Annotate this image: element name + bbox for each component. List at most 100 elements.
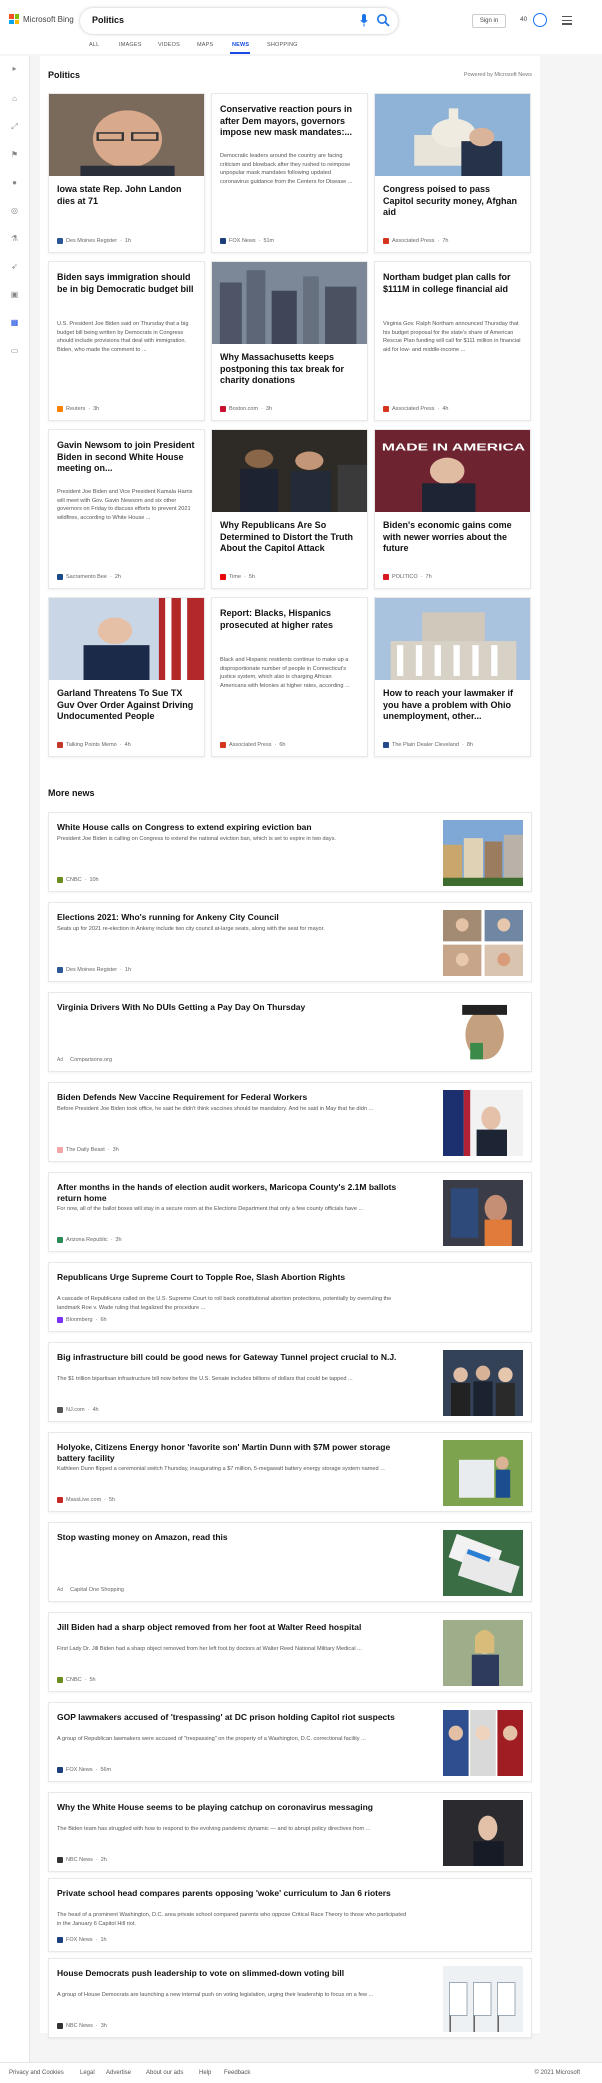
news-card-title[interactable]: Gavin Newsom to join President Biden in … <box>57 440 196 475</box>
source-name[interactable]: FOX News <box>66 1937 93 1943</box>
news-list-item[interactable]: Elections 2021: Who's running for Ankeny… <box>48 902 532 982</box>
news-item-thumbnail[interactable] <box>443 1000 523 1066</box>
news-card-title[interactable]: Biden says immigration should be in big … <box>57 272 196 295</box>
source-name[interactable]: Associated Press <box>392 238 435 244</box>
source-name[interactable]: Arizona Republic <box>66 1237 108 1243</box>
wallet-icon[interactable]: ▭ <box>10 346 19 355</box>
news-card[interactable]: Garland Threatens To Sue TX Guv Over Ord… <box>48 597 205 757</box>
news-list-item[interactable]: White House calls on Congress to extend … <box>48 812 532 892</box>
tab-news[interactable]: NEWS <box>232 42 249 48</box>
footer-link-legal[interactable]: Legal <box>80 2070 95 2076</box>
news-item-title[interactable]: Holyoke, Citizens Energy honor 'favorite… <box>57 1442 409 1464</box>
tab-maps[interactable]: MAPS <box>197 42 213 48</box>
film-icon[interactable]: ▣ <box>10 290 19 299</box>
tab-all[interactable]: ALL <box>89 42 99 48</box>
grid-icon[interactable]: ⤢ <box>10 122 19 131</box>
news-item-title[interactable]: Stop wasting money on Amazon, read this <box>57 1532 409 1543</box>
footer-link-about-ads[interactable]: About our ads <box>146 2070 183 2076</box>
news-item-thumbnail[interactable] <box>443 1530 523 1596</box>
news-item-thumbnail[interactable] <box>443 1440 523 1506</box>
news-card-image[interactable] <box>49 598 204 680</box>
news-card-image[interactable] <box>212 262 367 344</box>
source-name[interactable]: The Daily Beast <box>66 1147 105 1153</box>
news-item-thumbnail[interactable] <box>443 1966 523 2032</box>
source-name[interactable]: NJ.com <box>66 1407 85 1413</box>
source-name[interactable]: CNBC <box>66 877 82 883</box>
news-item-title[interactable]: White House calls on Congress to extend … <box>57 822 409 833</box>
news-card[interactable]: Conservative reaction pours in after Dem… <box>211 93 368 253</box>
news-item-title[interactable]: After months in the hands of election au… <box>57 1182 409 1204</box>
source-name[interactable]: CNBC <box>66 1677 82 1683</box>
news-item-thumbnail[interactable] <box>443 1350 523 1416</box>
news-list-item[interactable]: GOP lawmakers accused of 'trespassing' a… <box>48 1702 532 1782</box>
source-name[interactable]: Des Moines Register <box>66 238 117 244</box>
news-card-title[interactable]: Iowa state Rep. John Landon dies at 71 <box>57 184 196 207</box>
news-list-item[interactable]: House Democrats push leadership to vote … <box>48 1958 532 2038</box>
tab-images[interactable]: IMAGES <box>119 42 142 48</box>
news-card-image[interactable] <box>49 94 204 179</box>
source-name[interactable]: Associated Press <box>229 742 272 748</box>
news-item-thumbnail[interactable] <box>443 910 523 976</box>
search-box[interactable]: Politics <box>80 8 398 34</box>
news-card[interactable]: Biden says immigration should be in big … <box>48 261 205 421</box>
bing-logo[interactable]: Microsoft Bing <box>9 14 74 24</box>
globe-icon[interactable]: ◎ <box>10 206 19 215</box>
news-card-title[interactable]: Biden's economic gains come with newer w… <box>383 520 522 555</box>
news-item-title[interactable]: Jill Biden had a sharp object removed fr… <box>57 1622 409 1633</box>
news-card-image[interactable] <box>212 430 367 512</box>
flag-icon[interactable]: ⚑ <box>10 150 19 159</box>
news-card-image[interactable] <box>375 94 530 176</box>
source-name[interactable]: NBC News <box>66 1857 93 1863</box>
news-item-title[interactable]: GOP lawmakers accused of 'trespassing' a… <box>57 1712 409 1723</box>
news-card-image[interactable]: MADE IN AMERICA <box>375 430 530 512</box>
tab-shopping[interactable]: SHOPPING <box>267 42 298 48</box>
footer-link-advertise[interactable]: Advertise <box>106 2070 131 2076</box>
news-list-item[interactable]: Holyoke, Citizens Energy honor 'favorite… <box>48 1432 532 1512</box>
menu-icon[interactable] <box>562 16 572 27</box>
news-item-title[interactable]: Private school head compares parents opp… <box>57 1888 409 1899</box>
microphone-icon[interactable] <box>360 14 368 27</box>
news-card-title[interactable]: How to reach your lawmaker if you have a… <box>383 688 522 723</box>
news-card[interactable]: Iowa state Rep. John Landon dies at 71 De… <box>48 93 205 253</box>
news-item-title[interactable]: Republicans Urge Supreme Court to Topple… <box>57 1272 409 1283</box>
sign-in-button[interactable]: Sign in <box>472 14 506 28</box>
home-icon[interactable]: ⌂ <box>10 94 19 103</box>
source-name[interactable]: Reuters <box>66 406 85 412</box>
news-card[interactable]: Why Massachusetts keeps postponing this … <box>211 261 368 421</box>
source-name[interactable]: Boston.com <box>229 406 258 412</box>
footer-link-feedback[interactable]: Feedback <box>224 2070 250 2076</box>
rocket-icon[interactable]: ➶ <box>10 262 19 271</box>
source-name[interactable]: The Plain Dealer Cleveland <box>392 742 459 748</box>
news-card-title[interactable]: Northam budget plan calls for $111M in c… <box>383 272 522 295</box>
source-name[interactable]: Talking Points Memo <box>66 742 117 748</box>
news-item-thumbnail[interactable] <box>443 1180 523 1246</box>
source-name[interactable]: Associated Press <box>392 406 435 412</box>
news-item-thumbnail[interactable] <box>443 820 523 886</box>
news-item-thumbnail[interactable] <box>443 1710 523 1776</box>
source-name[interactable]: Des Moines Register <box>66 967 117 973</box>
pin-icon[interactable]: ● <box>10 178 19 187</box>
source-name[interactable]: NBC News <box>66 2023 93 2029</box>
news-list-item[interactable]: Jill Biden had a sharp object removed fr… <box>48 1612 532 1692</box>
news-card-title[interactable]: Congress poised to pass Capitol security… <box>383 184 522 219</box>
news-card-title[interactable]: Conservative reaction pours in after Dem… <box>220 104 359 139</box>
news-card-title[interactable]: Garland Threatens To Sue TX Guv Over Ord… <box>57 688 196 723</box>
source-name[interactable]: Bloomberg <box>66 1317 93 1323</box>
news-card[interactable]: Gavin Newsom to join President Biden in … <box>48 429 205 589</box>
news-item-title[interactable]: Virginia Drivers With No DUIs Getting a … <box>57 1002 409 1013</box>
source-name[interactable]: Comparisons.org <box>70 1057 112 1063</box>
source-name[interactable]: Time <box>229 574 241 580</box>
search-input[interactable]: Politics <box>92 15 124 25</box>
news-card-title[interactable]: Why Massachusetts keeps postponing this … <box>220 352 359 387</box>
news-item-title[interactable]: Elections 2021: Who's running for Ankeny… <box>57 912 409 923</box>
source-name[interactable]: FOX News <box>66 1767 93 1773</box>
news-list-item[interactable]: Private school head compares parents opp… <box>48 1878 532 1952</box>
news-card-title[interactable]: Report: Blacks, Hispanics prosecuted at … <box>220 608 359 631</box>
news-list-item[interactable]: Stop wasting money on Amazon, read this A… <box>48 1522 532 1602</box>
news-item-thumbnail[interactable] <box>443 1090 523 1156</box>
source-name[interactable]: MassLive.com <box>66 1497 101 1503</box>
news-list-item[interactable]: Biden Defends New Vaccine Requirement fo… <box>48 1082 532 1162</box>
building-icon[interactable]: ▦ <box>10 318 19 327</box>
news-card[interactable]: Congress poised to pass Capitol security… <box>374 93 531 253</box>
news-item-title[interactable]: Why the White House seems to be playing … <box>57 1802 409 1813</box>
